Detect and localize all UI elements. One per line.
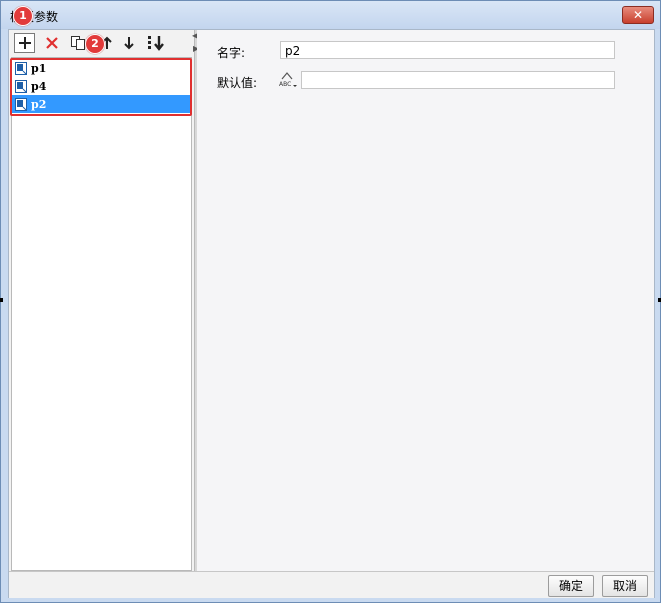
add-icon (18, 37, 31, 49)
name-label: 名字: (217, 46, 246, 60)
delete-icon (46, 37, 58, 49)
param-list-item-selected[interactable]: p2 (12, 95, 191, 113)
dialog-window: 模板参数 ✕ p1 p4 p2 ◀ 名字: p2 默认值: ABC 确定 取消 … (0, 0, 661, 603)
param-name: p2 (31, 97, 47, 111)
param-name: p1 (31, 61, 47, 75)
default-value-label: 默认值: (217, 76, 258, 90)
param-name: p4 (31, 79, 47, 93)
close-icon: ✕ (632, 8, 644, 22)
ok-button[interactable]: 确定 (548, 575, 594, 597)
param-list: p1 p4 p2 (11, 57, 192, 571)
param-list-item[interactable]: p4 (12, 77, 191, 95)
parameter-icon (15, 61, 27, 75)
parameter-icon (15, 79, 27, 93)
sort-button[interactable] (146, 33, 166, 53)
sort-icon (148, 36, 164, 51)
cancel-button[interactable]: 取消 (602, 575, 648, 597)
param-list-item[interactable]: p1 (12, 59, 191, 77)
value-type-selector[interactable]: ABC (278, 71, 298, 89)
annotation-badge-2: 2 (85, 34, 105, 54)
move-down-button[interactable] (119, 33, 139, 53)
annotation-badge-1: 1 (13, 6, 33, 26)
parameter-icon (15, 97, 27, 111)
param-list-pane: p1 p4 p2 (9, 30, 194, 571)
name-field[interactable]: p2 (280, 41, 615, 59)
dialog-body: p1 p4 p2 ◀ ▶ 名字: p2 默认值: ABC (8, 29, 655, 598)
resize-edge-marker (0, 298, 3, 302)
add-param-button[interactable] (14, 33, 35, 53)
param-detail-pane: 名字: p2 默认值: ABC (197, 30, 654, 571)
text-type-icon: ABC (279, 72, 297, 88)
close-button[interactable]: ✕ (622, 6, 654, 24)
arrow-down-icon (124, 37, 134, 50)
default-value-field[interactable] (301, 71, 615, 89)
dialog-footer: 确定 取消 (9, 571, 654, 598)
title-bar: 模板参数 ✕ (1, 1, 660, 29)
svg-text:ABC: ABC (279, 81, 291, 88)
copy-icon (71, 36, 85, 50)
delete-param-button[interactable] (42, 33, 62, 53)
